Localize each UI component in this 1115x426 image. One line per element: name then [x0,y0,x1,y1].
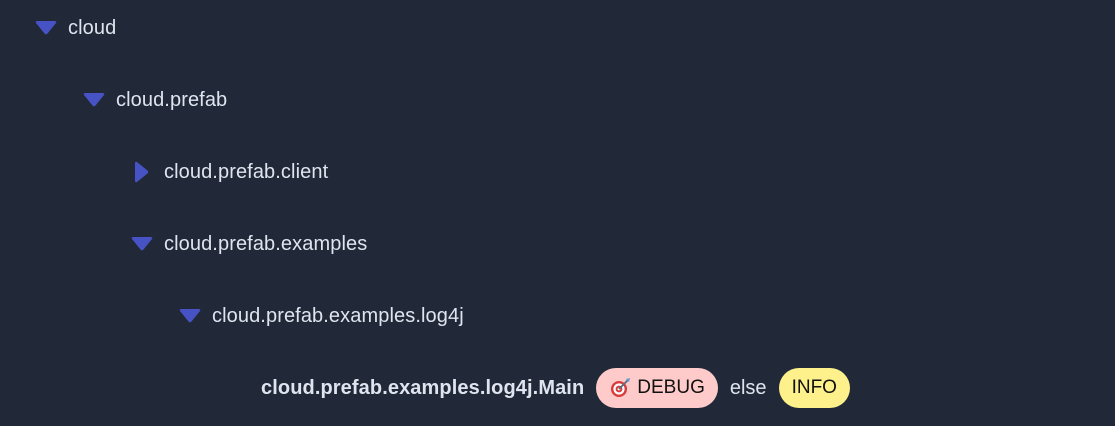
info-level-badge[interactable]: INFO [778,368,850,408]
debug-level-badge[interactable]: DEBUG [596,368,718,408]
logger-name: cloud.prefab.examples.log4j.Main [261,376,585,399]
tree-node-cloud-prefab[interactable]: cloud.prefab [81,80,227,120]
logger-tree: cloud cloud.prefab cloud.prefab.client c… [0,0,1115,426]
caret-down-icon[interactable] [33,15,59,41]
caret-right-icon[interactable] [129,159,155,185]
tree-node-cloud-prefab-examples-log4j[interactable]: cloud.prefab.examples.log4j [177,296,464,336]
tree-node-cloud[interactable]: cloud [33,8,116,48]
caret-down-icon[interactable] [81,87,107,113]
debug-level-label: DEBUG [637,377,705,398]
else-text: else [729,376,767,399]
tree-leaf-log4j-main[interactable]: cloud.prefab.examples.log4j.Main DEBUG e… [261,368,850,408]
caret-down-icon[interactable] [177,303,203,329]
tree-node-cloud-prefab-client[interactable]: cloud.prefab.client [129,152,328,192]
tree-node-label: cloud.prefab.examples [164,232,368,255]
tree-node-label: cloud.prefab.examples.log4j [212,304,464,327]
target-icon [609,377,631,399]
tree-node-label: cloud [68,16,117,39]
tree-node-label: cloud.prefab [116,88,228,111]
caret-down-icon[interactable] [129,231,155,257]
info-level-label: INFO [791,377,837,398]
tree-node-label: cloud.prefab.client [164,160,329,183]
tree-node-cloud-prefab-examples[interactable]: cloud.prefab.examples [129,224,367,264]
